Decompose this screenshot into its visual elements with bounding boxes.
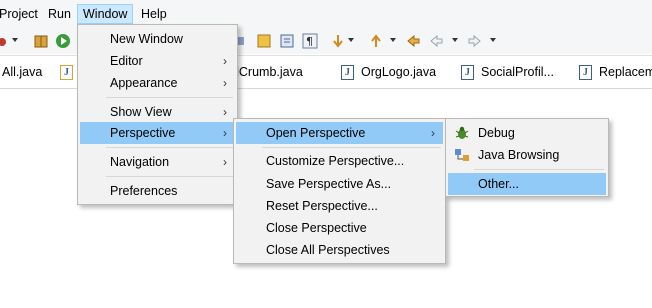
menu-item-appearance[interactable]: Appearance ›	[80, 72, 235, 94]
block-selection-icon[interactable]	[279, 33, 295, 49]
chevron-right-icon: ›	[223, 105, 227, 119]
chevron-down-icon[interactable]	[452, 38, 458, 42]
open-type-icon[interactable]	[256, 33, 272, 49]
menu-window[interactable]: Window	[77, 4, 134, 24]
menu-item-debug[interactable]: Debug	[448, 122, 606, 144]
menu-item-label: Appearance	[110, 76, 178, 90]
menu-project[interactable]: Project	[0, 4, 43, 24]
menu-item-close-all-perspectives[interactable]: Close All Perspectives	[236, 239, 443, 261]
menu-item-label: Customize Perspective...	[266, 154, 405, 168]
menu-item-new-window[interactable]: New Window	[80, 28, 235, 50]
menu-item-preferences[interactable]: Preferences	[80, 180, 235, 202]
last-edit-location-icon[interactable]	[405, 33, 421, 49]
editor-tab[interactable]: SocialProfil...	[461, 56, 571, 89]
chevron-down-icon[interactable]	[348, 38, 354, 42]
menu-item-show-view[interactable]: Show View ›	[80, 101, 235, 123]
forward-icon[interactable]	[467, 33, 483, 49]
chevron-right-icon: ›	[223, 126, 227, 140]
java-file-icon	[341, 57, 354, 89]
menu-item-label: Close All Perspectives	[266, 243, 390, 257]
menu-item-label: New Window	[110, 32, 183, 46]
menu-item-editor[interactable]: Editor ›	[80, 50, 235, 72]
menu-separator	[262, 147, 441, 148]
menu-item-label: Perspective	[110, 126, 176, 140]
toolbar-debug-icon[interactable]	[0, 33, 8, 49]
next-annotation-icon[interactable]	[330, 33, 346, 49]
editor-tab[interactable]: Replaceme	[579, 56, 652, 88]
menu-separator	[106, 147, 233, 148]
run-icon[interactable]	[55, 33, 71, 49]
previous-annotation-icon[interactable]	[368, 33, 384, 49]
menu-item-save-perspective-as[interactable]: Save Perspective As...	[236, 173, 443, 195]
chevron-right-icon: ›	[431, 126, 435, 140]
menu-item-open-perspective[interactable]: Open Perspective ›	[236, 122, 443, 144]
menu-item-reset-perspective[interactable]: Reset Perspective...	[236, 195, 443, 217]
menu-item-label: Java Browsing	[478, 148, 560, 162]
editor-tab-label: Replaceme	[599, 65, 652, 79]
editor-tab-label: OrgLogo.java	[361, 65, 437, 79]
chevron-right-icon: ›	[223, 54, 227, 68]
chevron-down-icon[interactable]	[390, 38, 396, 42]
menu-separator	[474, 169, 604, 170]
editor-tab-label: SocialProfil...	[481, 65, 554, 79]
menu-separator	[106, 97, 233, 98]
chevron-right-icon: ›	[223, 76, 227, 90]
menu-run[interactable]: Run	[43, 4, 76, 24]
java-file-icon	[579, 57, 592, 88]
menu-item-label: Preferences	[110, 184, 178, 198]
back-icon[interactable]	[428, 33, 444, 49]
editor-tab-label: All.java	[2, 65, 43, 79]
chevron-down-icon[interactable]	[12, 38, 18, 42]
menu-item-label: Close Perspective	[266, 221, 367, 235]
menu-item-java-browsing[interactable]: Java Browsing	[448, 144, 606, 166]
open-perspective-submenu: Debug Java Browsing Other...	[445, 118, 609, 197]
menu-item-close-perspective[interactable]: Close Perspective	[236, 217, 443, 239]
menu-item-label: Debug	[478, 126, 515, 140]
chevron-right-icon: ›	[223, 155, 227, 169]
menu-item-label: Save Perspective As...	[266, 177, 392, 191]
java-browsing-icon	[454, 147, 470, 163]
editor-tab[interactable]	[60, 56, 74, 89]
menu-item-label: Show View	[110, 105, 172, 119]
java-file-icon	[60, 57, 73, 89]
chevron-down-icon[interactable]	[490, 38, 496, 42]
menu-item-label: Navigation	[110, 155, 170, 169]
menu-item-label: Editor	[110, 54, 143, 68]
menu-help[interactable]: Help	[136, 4, 172, 24]
menu-separator	[106, 176, 233, 177]
menu-item-customize-perspective[interactable]: Customize Perspective...	[236, 150, 443, 172]
new-package-icon[interactable]	[33, 33, 49, 49]
perspective-submenu: Open Perspective › Customize Perspective…	[233, 118, 446, 264]
menu-item-label: Open Perspective	[266, 126, 366, 140]
show-whitespace-icon[interactable]: ¶	[302, 33, 318, 49]
menu-item-label: Other...	[478, 177, 519, 191]
svg-text:¶: ¶	[306, 35, 313, 48]
editor-tab[interactable]: OrgLogo.java	[341, 56, 441, 89]
menu-item-navigation[interactable]: Navigation ›	[80, 151, 235, 173]
menu-item-label: Reset Perspective...	[266, 199, 378, 213]
bug-icon	[454, 125, 470, 141]
window-menu: New Window Editor › Appearance › Show Vi…	[77, 24, 238, 205]
java-file-icon	[461, 57, 474, 89]
menu-item-other[interactable]: Other...	[448, 173, 606, 195]
menu-item-perspective[interactable]: Perspective ›	[80, 122, 235, 144]
